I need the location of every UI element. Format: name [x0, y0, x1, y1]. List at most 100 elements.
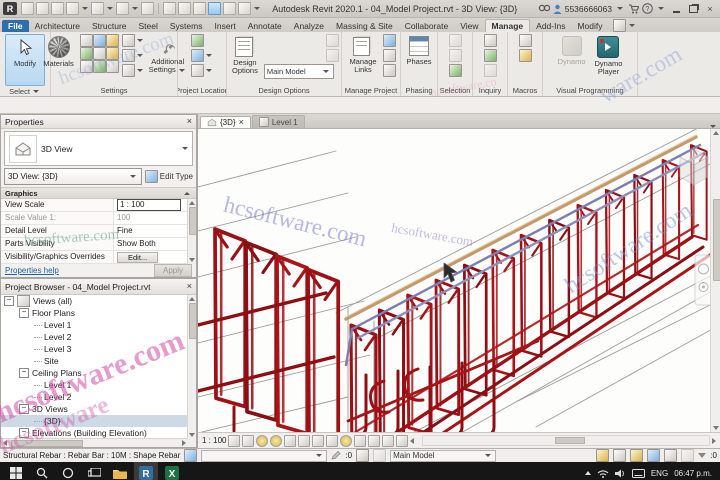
location-icon[interactable] — [190, 34, 204, 47]
task-view-button[interactable] — [82, 462, 106, 480]
tab-structure[interactable]: Structure — [86, 20, 133, 32]
canvas-vscrollbar[interactable] — [710, 129, 720, 432]
project-parameters-icon[interactable] — [79, 47, 93, 60]
close-button[interactable]: × — [703, 3, 717, 15]
properties-scrollbar[interactable] — [187, 199, 196, 264]
vcb-collapse-icon[interactable] — [410, 437, 415, 444]
transfer-standards-icon[interactable] — [79, 60, 93, 73]
tree-item-ceiling-plans[interactable]: − Ceiling Plans — [1, 367, 196, 379]
editable-only-pencil-icon[interactable] — [331, 451, 341, 460]
graphics-section-header[interactable]: Graphics — [1, 187, 196, 199]
tab-steel[interactable]: Steel — [133, 20, 164, 32]
expander-icon[interactable]: − — [19, 368, 29, 378]
tab-insert[interactable]: Insert — [208, 20, 241, 32]
project-units-icon[interactable] — [105, 60, 119, 73]
scale-control[interactable]: 1 : 100 — [202, 436, 226, 445]
start-button[interactable] — [4, 462, 28, 480]
ribbon-display-toggle-icon[interactable] — [612, 19, 626, 32]
tab-architecture[interactable]: Architecture — [29, 20, 86, 32]
structural-settings-icon[interactable] — [121, 34, 135, 47]
edit-selection-icon[interactable] — [448, 64, 462, 77]
reveal-hidden-icon[interactable] — [340, 434, 353, 447]
design-options-button[interactable]: Design Options — [229, 34, 261, 77]
hscroll-right-arrow[interactable] — [712, 437, 716, 444]
tab-file[interactable]: File — [2, 20, 29, 32]
qat-save-icon[interactable] — [51, 2, 64, 15]
active-design-option-select[interactable]: Main Model — [263, 64, 334, 79]
reveal-constraints-icon[interactable] — [396, 434, 409, 447]
qat-dimension-icon[interactable] — [178, 2, 191, 15]
tree-item-level-3[interactable]: Level 3 — [1, 343, 196, 355]
model-canvas[interactable]: hcsoftware.com hcsoftware.com hcsoftware… — [198, 128, 720, 432]
tree-item-level-1[interactable]: Level 1 — [1, 319, 196, 331]
section-collapse-icon[interactable] — [184, 191, 190, 195]
speaker-icon[interactable] — [614, 469, 626, 478]
minimize-button[interactable] — [669, 3, 683, 15]
keyboard-icon[interactable] — [631, 468, 645, 478]
tab-annotate[interactable]: Annotate — [242, 20, 288, 32]
qat-print-icon[interactable] — [141, 2, 154, 15]
tab-massing-site[interactable]: Massing & Site — [330, 20, 399, 32]
tab-modify[interactable]: Modify — [571, 20, 608, 32]
clock[interactable]: 06:47 p.m. — [674, 469, 712, 478]
filter-icon[interactable] — [698, 453, 707, 458]
account-menu-caret[interactable] — [617, 7, 623, 10]
select-pinned-icon[interactable] — [664, 449, 678, 462]
type-selector[interactable]: 3D View — [4, 131, 193, 167]
help-menu-caret[interactable] — [658, 7, 664, 10]
tab-analyze[interactable]: Analyze — [288, 20, 330, 32]
editing-requests-icon[interactable] — [630, 449, 644, 462]
expander-icon[interactable]: − — [4, 296, 14, 306]
object-styles-icon[interactable] — [79, 34, 93, 47]
file-explorer-button[interactable] — [108, 462, 132, 480]
project-information-icon[interactable] — [105, 34, 119, 47]
taskbar-search-button[interactable] — [30, 462, 54, 480]
worksets-dialog-icon[interactable] — [356, 449, 370, 462]
qat-section-icon[interactable] — [223, 2, 236, 15]
search-icon[interactable] — [538, 4, 550, 14]
expander-icon[interactable]: − — [19, 404, 29, 414]
temporary-view-properties-icon[interactable] — [368, 434, 381, 447]
macro-security-icon[interactable] — [518, 49, 532, 62]
browser-vscrollbar[interactable] — [187, 295, 196, 447]
manage-links-button[interactable]: Manage Links — [346, 34, 379, 76]
sun-path-icon[interactable] — [256, 434, 269, 447]
expander-icon[interactable]: − — [19, 428, 29, 438]
tab-addins[interactable]: Add-Ins — [530, 20, 571, 32]
user-icon[interactable] — [553, 4, 562, 14]
decal-types-icon[interactable] — [382, 49, 396, 62]
worksharing-display-icon[interactable] — [354, 434, 367, 447]
crop-region-icon[interactable] — [312, 434, 325, 447]
tab-systems[interactable]: Systems — [164, 20, 209, 32]
qat-undo-icon[interactable] — [91, 2, 104, 15]
tree-item-floor-plans[interactable]: − Floor Plans — [1, 307, 196, 319]
browser-hscrollbar[interactable] — [1, 438, 188, 447]
type-selector-caret[interactable] — [182, 147, 188, 151]
property-row[interactable]: Parts Visibility Show Both — [1, 238, 196, 251]
wifi-icon[interactable] — [597, 469, 609, 478]
tree-item-ceiling-level-2[interactable]: Level 2 — [1, 391, 196, 403]
materials-button[interactable]: Materials — [40, 34, 76, 70]
visual-style-icon[interactable] — [242, 434, 255, 447]
purge-unused-icon[interactable] — [92, 60, 106, 73]
expander-icon[interactable]: − — [19, 308, 29, 318]
shared-parameters-icon[interactable] — [92, 47, 106, 60]
tree-item-level-2[interactable]: Level 2 — [1, 331, 196, 343]
qat-customize-icon[interactable] — [254, 7, 260, 10]
app-logo-icon[interactable]: R — [3, 2, 17, 15]
dynamo-player-button[interactable]: Dynamo Player — [592, 34, 626, 78]
design-option-select[interactable]: Main Model — [390, 449, 497, 462]
properties-help-link[interactable]: Properties help — [5, 266, 59, 275]
tree-item-ceiling-level-1[interactable]: Level 1 — [1, 379, 196, 391]
view-tab-level-1[interactable]: Level 1 — [251, 115, 305, 128]
property-row[interactable]: Detail Level Fine — [1, 225, 196, 238]
tab-manage[interactable]: Manage — [484, 19, 531, 32]
excel-taskbar-button[interactable]: X — [160, 462, 184, 480]
mep-settings-icon[interactable] — [121, 49, 135, 62]
apply-button[interactable]: Apply — [153, 264, 192, 277]
snaps-icon[interactable] — [92, 34, 106, 47]
qat-sync-icon[interactable] — [66, 2, 79, 15]
global-parameters-icon[interactable] — [105, 47, 119, 60]
qat-3d-view-icon[interactable] — [208, 2, 221, 15]
panel-schedule-templates-icon[interactable] — [121, 64, 135, 77]
